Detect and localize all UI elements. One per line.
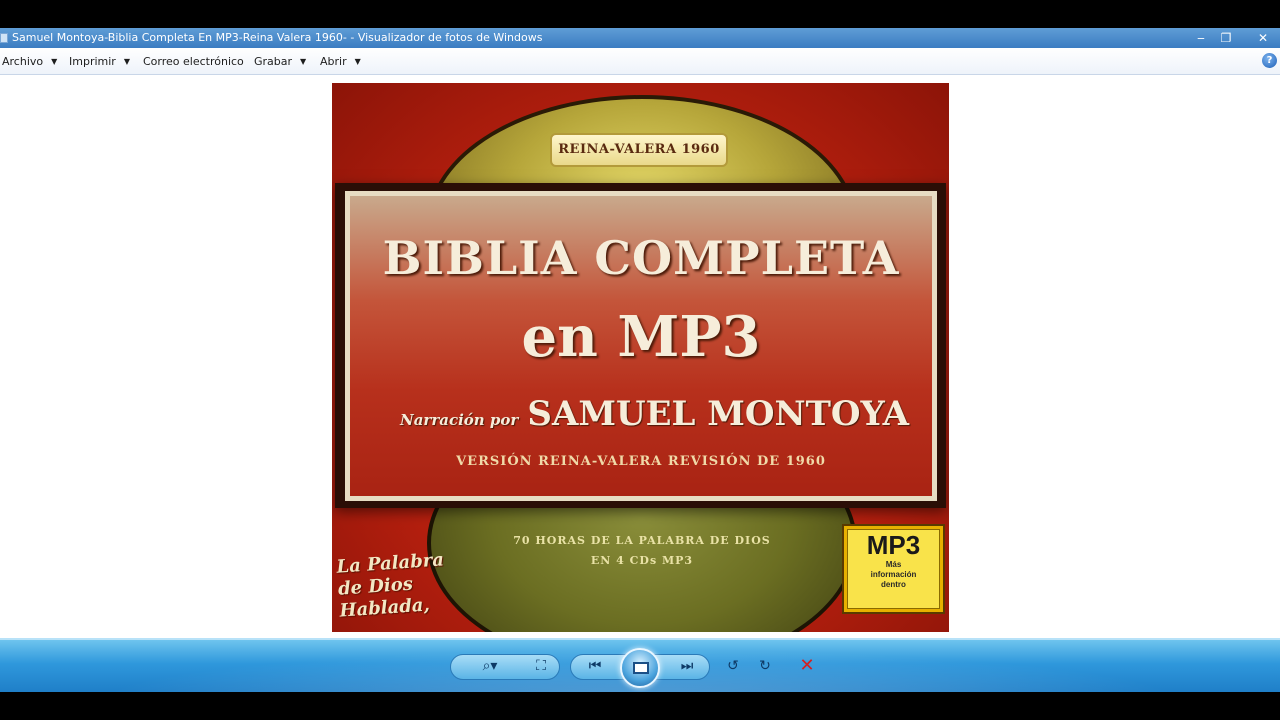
- cover-version: VERSIÓN REINA-VALERA REVISIÓN DE 1960: [456, 454, 826, 469]
- menu-grabar[interactable]: Grabar ▼: [254, 55, 306, 68]
- mp3-badge-line3: dentro: [881, 580, 906, 589]
- menu-grabar-label: Grabar: [254, 55, 293, 68]
- menu-abrir-label: Abrir: [320, 55, 347, 68]
- chevron-down-icon: ▼: [354, 57, 361, 66]
- cover-title-line1: BIBLIA COMPLETA: [382, 231, 900, 285]
- mp3-badge-title: MP3: [866, 530, 921, 560]
- title-panel-frame: BIBLIA COMPLETA en MP3 Narración por SAM…: [335, 183, 946, 508]
- menu-abrir[interactable]: Abrir ▼: [320, 55, 361, 68]
- image-viewer: REINA-VALERA 1960 BIBLIA COMPLETA en MP3…: [0, 75, 1280, 638]
- mp3-badge-line2: información: [870, 570, 917, 579]
- fit-to-window-icon[interactable]: ⛶: [526, 652, 556, 680]
- mp3-badge: MP3 Más información dentro: [842, 524, 945, 614]
- cover-slogan: La Palabra de Dios Hablada,: [336, 549, 448, 622]
- navigation-control-bar: ⌕▾ ⛶ ⏮ ⏭ ↺ ↻ ✕: [0, 638, 1280, 692]
- menu-bar: Archivo ▼ Imprimir ▼ Correo electrónico Gr…: [0, 48, 1280, 75]
- cover-narration: Narración por SAMUEL MONTOYA: [400, 394, 909, 434]
- narrator-name: SAMUEL MONTOYA: [527, 394, 910, 434]
- menu-correo[interactable]: Correo electrónico: [143, 55, 244, 68]
- screen: Samuel Montoya-Biblia Completa En MP3-Re…: [0, 0, 1280, 720]
- narration-prefix: Narración por: [400, 411, 519, 429]
- chevron-down-icon: ▼: [51, 57, 58, 66]
- rotate-counterclockwise-icon[interactable]: ↺: [720, 652, 746, 680]
- album-cover-image: REINA-VALERA 1960 BIBLIA COMPLETA en MP3…: [332, 83, 949, 632]
- menu-archivo[interactable]: Archivo ▼: [2, 55, 57, 68]
- letterbox-bottom: [0, 692, 1280, 720]
- chevron-down-icon: ▼: [123, 57, 130, 66]
- reina-valera-badge: REINA-VALERA 1960: [550, 133, 728, 167]
- delete-icon[interactable]: ✕: [794, 652, 820, 680]
- minimize-button[interactable]: ‒: [1189, 28, 1213, 48]
- mp3-badge-line1: Más: [885, 560, 902, 569]
- slideshow-button[interactable]: [620, 648, 660, 688]
- chevron-down-icon: ▼: [300, 57, 307, 66]
- slideshow-icon: [633, 662, 649, 674]
- menu-archivo-label: Archivo: [2, 55, 44, 68]
- help-icon[interactable]: ?: [1262, 53, 1277, 68]
- menu-imprimir[interactable]: Imprimir ▼: [69, 55, 130, 68]
- window-title: Samuel Montoya-Biblia Completa En MP3-Re…: [12, 31, 543, 44]
- title-panel: BIBLIA COMPLETA en MP3 Narración por SAM…: [345, 191, 937, 501]
- photo-viewer-app-icon: [0, 33, 8, 43]
- disc-caption-line1: 70 HORAS DE LA PALABRA DE DIOS: [513, 534, 771, 547]
- close-button[interactable]: ✕: [1251, 28, 1275, 48]
- menu-correo-label: Correo electrónico: [143, 55, 244, 68]
- menu-imprimir-label: Imprimir: [69, 55, 116, 68]
- mp3-badge-inner: MP3 Más información dentro: [847, 529, 940, 609]
- cover-title-line2: en MP3: [521, 304, 761, 370]
- title-bar: Samuel Montoya-Biblia Completa En MP3-Re…: [0, 28, 1280, 48]
- restore-button[interactable]: ❐: [1214, 28, 1238, 48]
- rotate-clockwise-icon[interactable]: ↻: [752, 652, 778, 680]
- disc-caption-line2: EN 4 CDs MP3: [590, 554, 694, 567]
- disc-caption: 70 HORAS DE LA PALABRA DE DIOS EN 4 CDs …: [492, 531, 792, 571]
- zoom-icon[interactable]: ⌕▾: [470, 652, 510, 680]
- next-icon[interactable]: ⏭: [672, 652, 702, 680]
- previous-icon[interactable]: ⏮: [580, 652, 610, 680]
